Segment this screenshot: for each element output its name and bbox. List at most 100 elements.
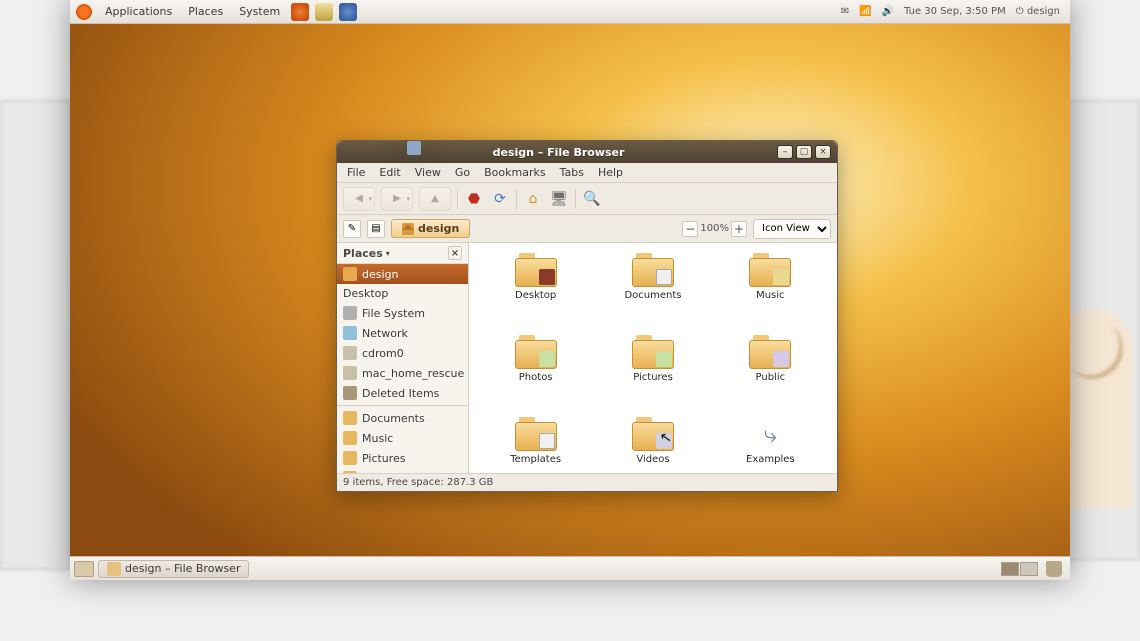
place-label: design bbox=[362, 268, 399, 281]
folder-icon bbox=[749, 335, 791, 369]
toolbar-separator bbox=[457, 189, 458, 209]
menu-edit[interactable]: Edit bbox=[373, 165, 406, 180]
place-label: Deleted Items bbox=[362, 387, 439, 400]
toolbar-separator bbox=[575, 189, 576, 209]
file-item-examples[interactable]: ⤷Examples bbox=[712, 417, 829, 473]
menu-view[interactable]: View bbox=[409, 165, 447, 180]
file-label: Videos bbox=[636, 454, 669, 465]
breadcrumb-label: design bbox=[418, 222, 459, 235]
net-icon bbox=[343, 326, 357, 340]
file-label: Desktop bbox=[515, 290, 556, 301]
folder-icon bbox=[107, 562, 121, 576]
drive-icon bbox=[343, 366, 357, 380]
places-menu[interactable]: Places bbox=[181, 3, 230, 20]
menu-file[interactable]: File bbox=[341, 165, 371, 180]
file-label: Pictures bbox=[633, 372, 673, 383]
zoom-control: − 100% + bbox=[682, 221, 747, 237]
stop-button[interactable]: ⬣ bbox=[464, 189, 484, 209]
breadcrumb-home[interactable]: design bbox=[391, 219, 470, 238]
folder-icon bbox=[515, 253, 557, 287]
status-bar: 9 items, Free space: 287.3 GB bbox=[337, 473, 837, 491]
file-item-pictures[interactable]: Pictures bbox=[594, 335, 711, 413]
folder-icon bbox=[343, 411, 357, 425]
search-button[interactable]: 🔍 bbox=[582, 189, 602, 209]
minimize-button[interactable]: – bbox=[777, 145, 793, 159]
file-browser-body: Places ▾ × designDesktopFile SystemNetwo… bbox=[337, 243, 837, 473]
sidebar-place-pictures[interactable]: Pictures bbox=[337, 448, 468, 468]
file-browser-window: design – File Browser – ▢ × File Edit Vi… bbox=[336, 140, 838, 492]
folder-icon bbox=[749, 253, 791, 287]
file-item-public[interactable]: Public bbox=[712, 335, 829, 413]
ubuntu-desktop: Applications Places System ✉ 📶 🔊 Tue 30 … bbox=[70, 0, 1070, 580]
back-button[interactable]: ◀▾ bbox=[343, 187, 375, 211]
toolbar: ◀▾ ▶▾ ▲ ⬣ ⟳ ⌂ 🖥 🔍 bbox=[337, 183, 837, 215]
folder-icon bbox=[632, 335, 674, 369]
up-button[interactable]: ▲ bbox=[419, 187, 451, 211]
trash-icon bbox=[343, 386, 357, 400]
path-crumb-toggle[interactable]: ▤ bbox=[367, 220, 385, 238]
sidebar-place-mac-home-rescue[interactable]: mac_home_rescue bbox=[337, 363, 468, 383]
file-label: Photos bbox=[519, 372, 553, 383]
top-panel: Applications Places System ✉ 📶 🔊 Tue 30 … bbox=[70, 0, 1070, 24]
sidebar-place-cdrom0[interactable]: cdrom0 bbox=[337, 343, 468, 363]
sidebar-place-file-system[interactable]: File System bbox=[337, 303, 468, 323]
zoom-in-button[interactable]: + bbox=[731, 221, 747, 237]
file-item-music[interactable]: Music bbox=[712, 253, 829, 331]
user-switcher[interactable]: ⏻ design bbox=[1012, 6, 1064, 17]
file-item-templates[interactable]: Templates bbox=[477, 417, 594, 473]
workspace-switcher[interactable] bbox=[1001, 562, 1038, 576]
chevron-down-icon: ▾ bbox=[386, 249, 390, 258]
clock[interactable]: Tue 30 Sep, 3:50 PM bbox=[900, 6, 1010, 17]
reload-button[interactable]: ⟳ bbox=[490, 189, 510, 209]
zoom-out-button[interactable]: − bbox=[682, 221, 698, 237]
sidebar-place-documents[interactable]: Documents bbox=[337, 408, 468, 428]
file-item-photos[interactable]: Photos bbox=[477, 335, 594, 413]
menu-help[interactable]: Help bbox=[592, 165, 629, 180]
location-bar: ✎ ▤ design − 100% + Icon View bbox=[337, 215, 837, 243]
place-label: Documents bbox=[362, 412, 425, 425]
sidebar-place-network[interactable]: Network bbox=[337, 323, 468, 343]
zoom-percent: 100% bbox=[700, 223, 729, 234]
computer-button[interactable]: 🖥 bbox=[549, 189, 569, 209]
ubuntu-logo-icon[interactable] bbox=[76, 4, 92, 20]
side-pane: Places ▾ × design DesktopFile System Netwo… bbox=[337, 243, 469, 473]
maximize-button[interactable]: ▢ bbox=[796, 145, 812, 159]
place-label: cdrom0 bbox=[362, 347, 404, 360]
close-button[interactable]: × bbox=[815, 145, 831, 159]
firefox-launcher-icon[interactable] bbox=[291, 3, 309, 21]
notification-tray-icon[interactable]: ✉ bbox=[837, 6, 853, 17]
show-desktop-button[interactable] bbox=[74, 561, 94, 577]
system-menu[interactable]: System bbox=[232, 3, 287, 20]
view-mode-select[interactable]: Icon View bbox=[753, 219, 831, 239]
file-label: Templates bbox=[510, 454, 561, 465]
sidebar-place-design[interactable]: design bbox=[337, 264, 468, 284]
icon-view[interactable]: Desktop Documents Music Photos Pictures Publi… bbox=[469, 243, 837, 473]
desktop-icon bbox=[407, 141, 421, 155]
help-launcher-icon[interactable] bbox=[339, 3, 357, 21]
sidebar-place-desktop[interactable]: Desktop bbox=[337, 284, 468, 303]
file-item-desktop[interactable]: Desktop bbox=[477, 253, 594, 331]
network-tray-icon[interactable]: 📶 bbox=[855, 6, 875, 17]
workspace-1[interactable] bbox=[1001, 562, 1019, 576]
sidebar-place-deleted-items[interactable]: Deleted Items bbox=[337, 383, 468, 403]
menu-bookmarks[interactable]: Bookmarks bbox=[478, 165, 551, 180]
menu-go[interactable]: Go bbox=[449, 165, 476, 180]
applications-menu[interactable]: Applications bbox=[98, 3, 179, 20]
file-item-videos[interactable]: Videos bbox=[594, 417, 711, 473]
volume-tray-icon[interactable]: 🔊 bbox=[878, 6, 898, 17]
trash-applet-icon[interactable] bbox=[1046, 561, 1062, 577]
path-edit-toggle[interactable]: ✎ bbox=[343, 220, 361, 238]
menu-tabs[interactable]: Tabs bbox=[554, 165, 590, 180]
file-item-documents[interactable]: Documents bbox=[594, 253, 711, 331]
side-pane-header[interactable]: Places ▾ × bbox=[337, 243, 468, 264]
home-button[interactable]: ⌂ bbox=[523, 189, 543, 209]
taskbar-button-file-browser[interactable]: design – File Browser bbox=[98, 560, 249, 578]
file-label: Music bbox=[756, 290, 784, 301]
place-label: Network bbox=[362, 327, 408, 340]
forward-button[interactable]: ▶▾ bbox=[381, 187, 413, 211]
workspace-2[interactable] bbox=[1020, 562, 1038, 576]
sidebar-place-music[interactable]: Music bbox=[337, 428, 468, 448]
home-icon bbox=[343, 267, 357, 281]
side-pane-close-button[interactable]: × bbox=[448, 246, 462, 260]
evolution-launcher-icon[interactable] bbox=[315, 3, 333, 21]
